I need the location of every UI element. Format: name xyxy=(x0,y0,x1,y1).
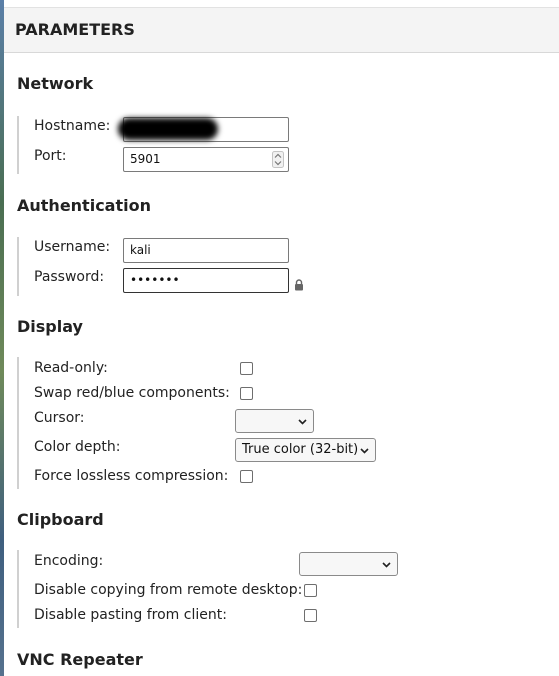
redaction-blur xyxy=(118,118,218,140)
lossless-compression-label: Force lossless compression: xyxy=(34,468,229,484)
cursor-label: Cursor: xyxy=(34,410,85,426)
section-title-network: Network xyxy=(17,74,94,93)
readonly-label: Read-only: xyxy=(34,360,108,376)
color-depth-select[interactable]: True color (32-bit) xyxy=(235,438,376,462)
number-spinner-icon[interactable] xyxy=(272,151,284,168)
encoding-select[interactable] xyxy=(299,552,398,576)
disable-paste-label: Disable pasting from client: xyxy=(34,607,227,623)
color-depth-select-value: True color (32-bit) xyxy=(242,442,359,457)
encoding-label: Encoding: xyxy=(34,553,104,569)
port-value: 5901 xyxy=(130,152,161,166)
section-title-clipboard: Clipboard xyxy=(17,510,104,529)
swap-red-blue-label: Swap red/blue components: xyxy=(34,385,230,401)
panel-header: PARAMETERS xyxy=(4,7,559,53)
swap-red-blue-checkbox[interactable] xyxy=(240,387,253,400)
parameters-panel: PARAMETERS xyxy=(4,0,559,676)
group-rule-network xyxy=(17,116,19,174)
password-label: Password: xyxy=(34,269,105,285)
lossless-compression-checkbox[interactable] xyxy=(240,470,253,483)
color-depth-label: Color depth: xyxy=(34,439,121,455)
panel-title: PARAMETERS xyxy=(15,20,135,39)
lock-icon xyxy=(295,279,303,291)
chevron-down-icon xyxy=(298,419,307,425)
group-rule-clipboard xyxy=(17,550,19,628)
readonly-checkbox[interactable] xyxy=(240,362,253,375)
disable-copy-label: Disable copying from remote desktop: xyxy=(34,582,303,598)
cursor-select[interactable] xyxy=(235,409,314,433)
port-label: Port: xyxy=(34,148,67,164)
username-field[interactable]: kali xyxy=(123,238,289,263)
disable-copy-checkbox[interactable] xyxy=(304,584,317,597)
chevron-down-icon xyxy=(382,562,391,568)
section-title-display: Display xyxy=(17,317,83,336)
disable-paste-checkbox[interactable] xyxy=(304,609,317,622)
hostname-label: Hostname: xyxy=(34,118,111,134)
username-label: Username: xyxy=(34,239,111,255)
section-title-vnc-repeater: VNC Repeater xyxy=(17,650,143,669)
chevron-down-icon xyxy=(360,448,369,454)
password-field[interactable]: ••••••• xyxy=(123,268,289,293)
group-rule-display xyxy=(17,357,19,489)
port-field[interactable]: 5901 xyxy=(123,147,289,172)
section-title-authentication: Authentication xyxy=(17,196,151,215)
group-rule-authentication xyxy=(17,237,19,296)
